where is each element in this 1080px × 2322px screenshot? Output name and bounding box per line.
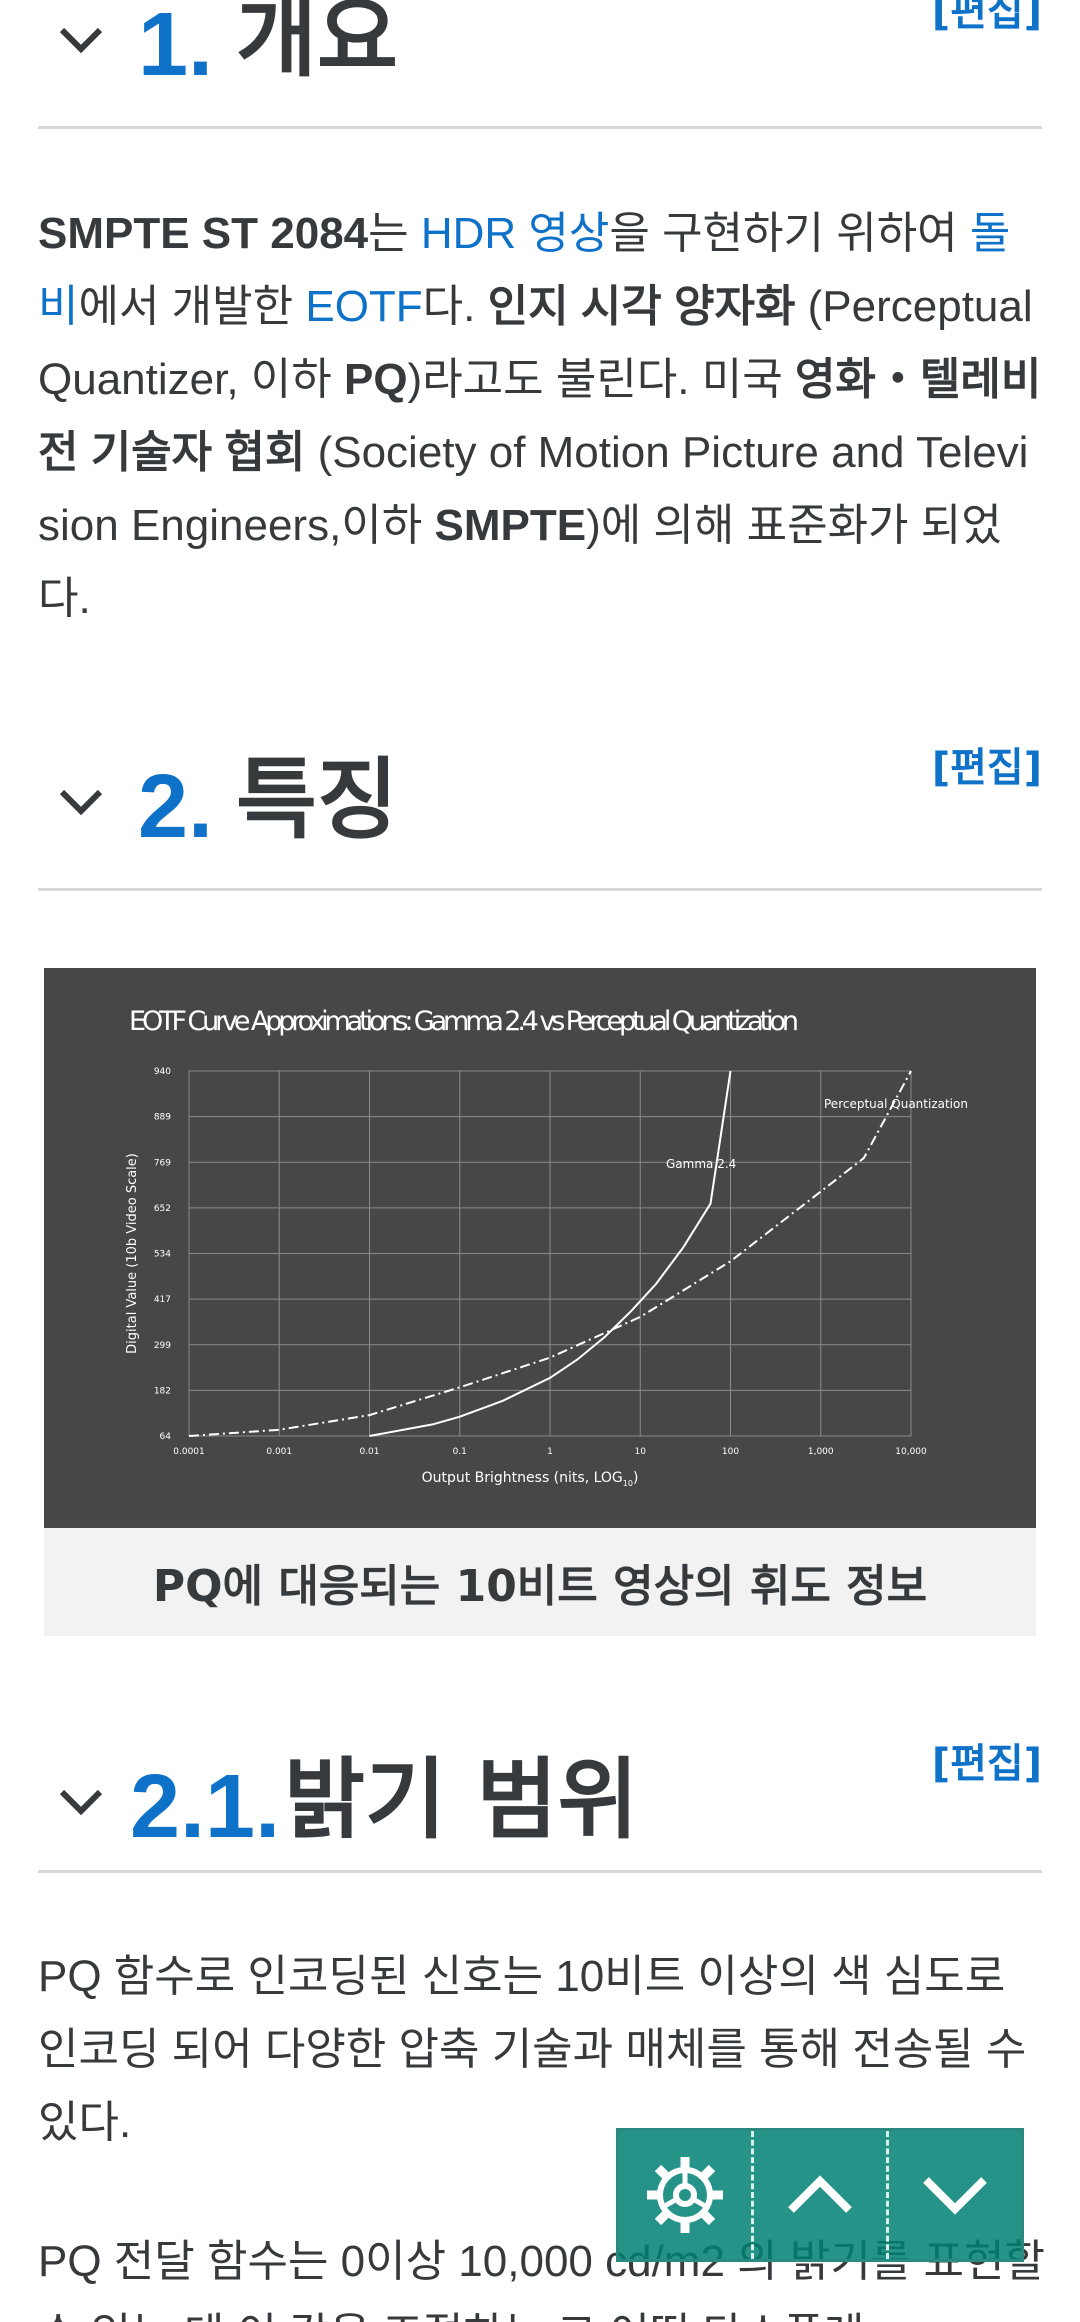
link-eotf[interactable]: EOTF <box>305 282 422 331</box>
section-heading-brightness[interactable]: 2.1. 밝기 범위 [편집] <box>0 1730 1080 1870</box>
y-tick-label: 940 <box>154 1067 171 1077</box>
section-number: 2. <box>138 757 214 857</box>
x-tick-label: 0.001 <box>266 1447 292 1457</box>
settings-button[interactable] <box>619 2131 751 2259</box>
scroll-down-button[interactable] <box>886 2131 1021 2259</box>
x-tick-label: 10,000 <box>895 1447 927 1457</box>
x-tick-label: 1,000 <box>808 1447 834 1457</box>
x-tick-label: 10 <box>635 1447 647 1457</box>
term-pq: PQ <box>343 355 408 404</box>
section-title: 특징 <box>236 748 398 851</box>
series-label-gamma: Gamma 2.4 <box>666 1157 736 1171</box>
y-tick-label: 182 <box>154 1386 171 1396</box>
chevron-up-icon <box>788 2175 852 2213</box>
x-axis-label: Output Brightness (nits, LOG10) <box>422 1470 639 1488</box>
y-tick-label: 64 <box>160 1432 172 1442</box>
y-tick-label: 534 <box>154 1250 171 1260</box>
y-tick-label: 299 <box>154 1341 171 1351</box>
divider <box>38 888 1042 891</box>
x-tick-label: 0.01 <box>359 1447 379 1457</box>
gear-icon <box>647 2157 723 2233</box>
link-hdr-video[interactable]: HDR 영상 <box>421 209 610 258</box>
divider <box>38 126 1042 129</box>
section-number: 2.1. <box>130 1757 281 1857</box>
y-tick-label: 417 <box>154 1295 171 1305</box>
text: )라고도 불린다. 미국 <box>407 355 795 404</box>
y-tick-label: 769 <box>154 1158 171 1168</box>
figure: EOTF Curve Approximations: Gamma 2.4 vs … <box>44 968 1036 1636</box>
floating-controls <box>616 2128 1024 2262</box>
figure-caption: PQ에 대응되는 10비트 영상의 휘도 정보 <box>44 1528 1036 1636</box>
text: 다. <box>422 282 488 331</box>
chevron-down-icon[interactable] <box>56 1778 106 1828</box>
brightness-paragraph-1: PQ 함수로 인코딩된 신호는 10비트 이상의 색 심도로 인코딩 되어 다양… <box>38 1952 1027 2147</box>
chart: EOTF Curve Approximations: Gamma 2.4 vs … <box>44 968 1036 1528</box>
x-tick-label: 100 <box>722 1447 739 1457</box>
series-label-pq: Perceptual Quantization <box>824 1097 968 1111</box>
edit-link[interactable]: [편집] <box>932 1744 1042 1784</box>
section-title: 개요 <box>236 0 398 89</box>
x-tick-label: 0.0001 <box>173 1447 205 1457</box>
x-tick-label: 0.1 <box>453 1447 467 1457</box>
divider <box>38 1870 1042 1873</box>
text: 을 구현하기 위하여 <box>609 209 970 258</box>
term-smpte-st2084: SMPTE ST 2084 <box>38 209 369 258</box>
edit-link[interactable]: [편집] <box>932 748 1042 788</box>
chevron-down-icon[interactable] <box>56 16 106 66</box>
chart-title: EOTF Curve Approximations: Gamma 2.4 vs … <box>129 1006 799 1037</box>
section-heading-features[interactable]: 2. 특징 [편집] <box>0 740 1080 880</box>
text: 에서 개발한 <box>78 282 306 331</box>
section-heading-overview[interactable]: 1. 개요 [편집] <box>0 0 1080 120</box>
term-smpte: SMPTE <box>434 501 587 550</box>
text: 는 <box>368 209 421 258</box>
chart-svg: EOTF Curve Approximations: Gamma 2.4 vs … <box>125 1006 968 1488</box>
overview-paragraph: SMPTE ST 2084는 HDR 영상을 구현하기 위하여 돌비에서 개발한… <box>38 197 1048 635</box>
section-title: 밝기 범위 <box>284 1748 639 1851</box>
y-axis-label: Digital Value (10b Video Scale) <box>125 1153 140 1354</box>
edit-link[interactable]: [편집] <box>932 0 1042 32</box>
scroll-up-button[interactable] <box>751 2131 886 2259</box>
section-number: 1. <box>138 0 214 95</box>
chevron-down-icon <box>923 2177 987 2215</box>
chevron-down-icon[interactable] <box>56 778 106 828</box>
x-tick-label: 1 <box>547 1447 553 1457</box>
y-tick-label: 652 <box>154 1204 171 1214</box>
y-tick-label: 889 <box>154 1113 171 1123</box>
term-pq-korean: 인지 시각 양자화 <box>487 282 796 331</box>
